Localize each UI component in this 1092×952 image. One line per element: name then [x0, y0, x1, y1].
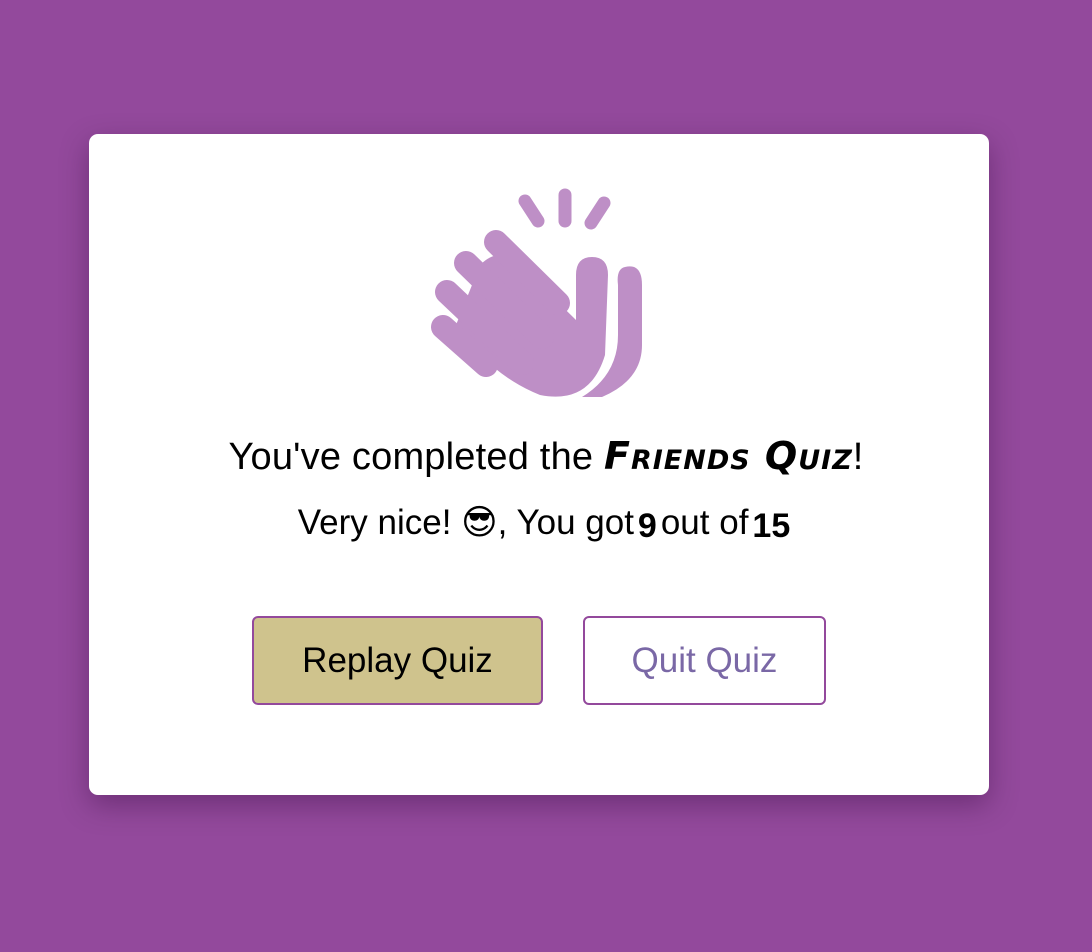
- sunglasses-emoji-icon: 😎: [461, 503, 498, 543]
- score-summary: Very nice! 😎, You got 9 out of 15: [0, 503, 1092, 545]
- quit-quiz-button[interactable]: Quit Quiz: [583, 616, 826, 705]
- replay-quiz-button[interactable]: Replay Quiz: [252, 616, 543, 705]
- completion-title: You've completed the Friends Quiz!: [0, 434, 1092, 479]
- score-value: 9: [637, 507, 657, 545]
- title-prefix: You've completed the: [228, 436, 604, 478]
- page-background: { "modal": { "icon": "waving-hand-icon",…: [0, 0, 1092, 952]
- score-text-got: , You got: [497, 503, 634, 542]
- title-suffix: !: [852, 436, 864, 478]
- waving-hand-icon: [430, 185, 650, 400]
- score-total: 15: [752, 507, 791, 545]
- score-text-out-of: out of: [660, 503, 749, 542]
- quiz-brand-name: Friends Quiz: [604, 434, 853, 478]
- score-message: Very nice!: [297, 503, 462, 542]
